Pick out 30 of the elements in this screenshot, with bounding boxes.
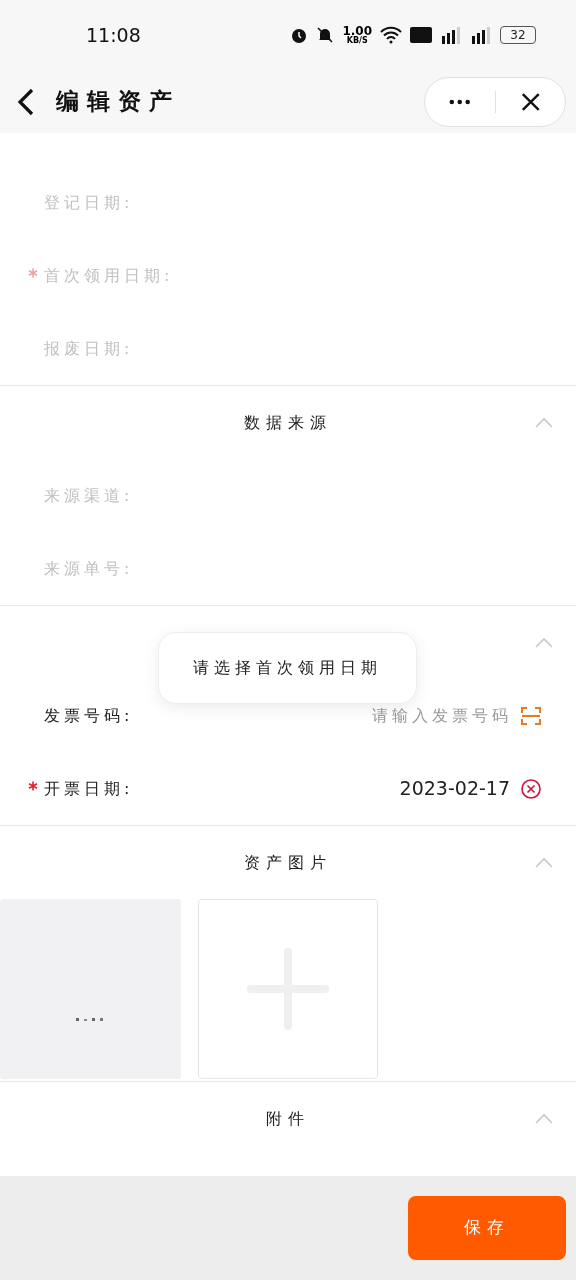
signal-icon: [440, 26, 462, 44]
back-icon[interactable]: [16, 86, 36, 117]
status-time: 11:08: [86, 22, 141, 48]
chevron-up-icon[interactable]: [534, 416, 554, 429]
bell-muted-icon: [316, 26, 335, 44]
date-value[interactable]: 2023-02-17: [399, 774, 510, 803]
wifi-icon: [380, 26, 402, 44]
field-label: 发票号码:: [44, 704, 134, 727]
section-title: 附件: [266, 1107, 310, 1130]
field-label: 来源渠道:: [44, 484, 134, 507]
chevron-up-icon[interactable]: [534, 1112, 554, 1125]
toast-message: 请选择首次领用日期: [158, 632, 417, 704]
field-label: 报废日期:: [44, 337, 134, 360]
scan-icon[interactable]: [520, 704, 542, 727]
page-title: 编辑资产: [56, 87, 180, 117]
field-label: 来源单号:: [44, 557, 134, 580]
signal-icon: [470, 26, 492, 44]
network-speed: 1.00: [342, 25, 372, 37]
field-label: 首次领用日期:: [44, 264, 174, 287]
field-label: 登记日期:: [44, 191, 134, 214]
field-label: 开票日期:: [44, 777, 134, 800]
battery-indicator: 32: [500, 26, 536, 44]
speed-unit: KB/S: [346, 37, 368, 45]
section-title: 资产图片: [244, 851, 332, 874]
alarm-icon: [290, 26, 309, 44]
clear-icon[interactable]: [520, 777, 542, 800]
invoice-number-field[interactable]: 请输入发票号码: [332, 703, 512, 728]
section-title: 数据来源: [244, 411, 332, 434]
chevron-up-icon[interactable]: [534, 856, 554, 869]
chevron-up-icon[interactable]: [534, 636, 554, 649]
